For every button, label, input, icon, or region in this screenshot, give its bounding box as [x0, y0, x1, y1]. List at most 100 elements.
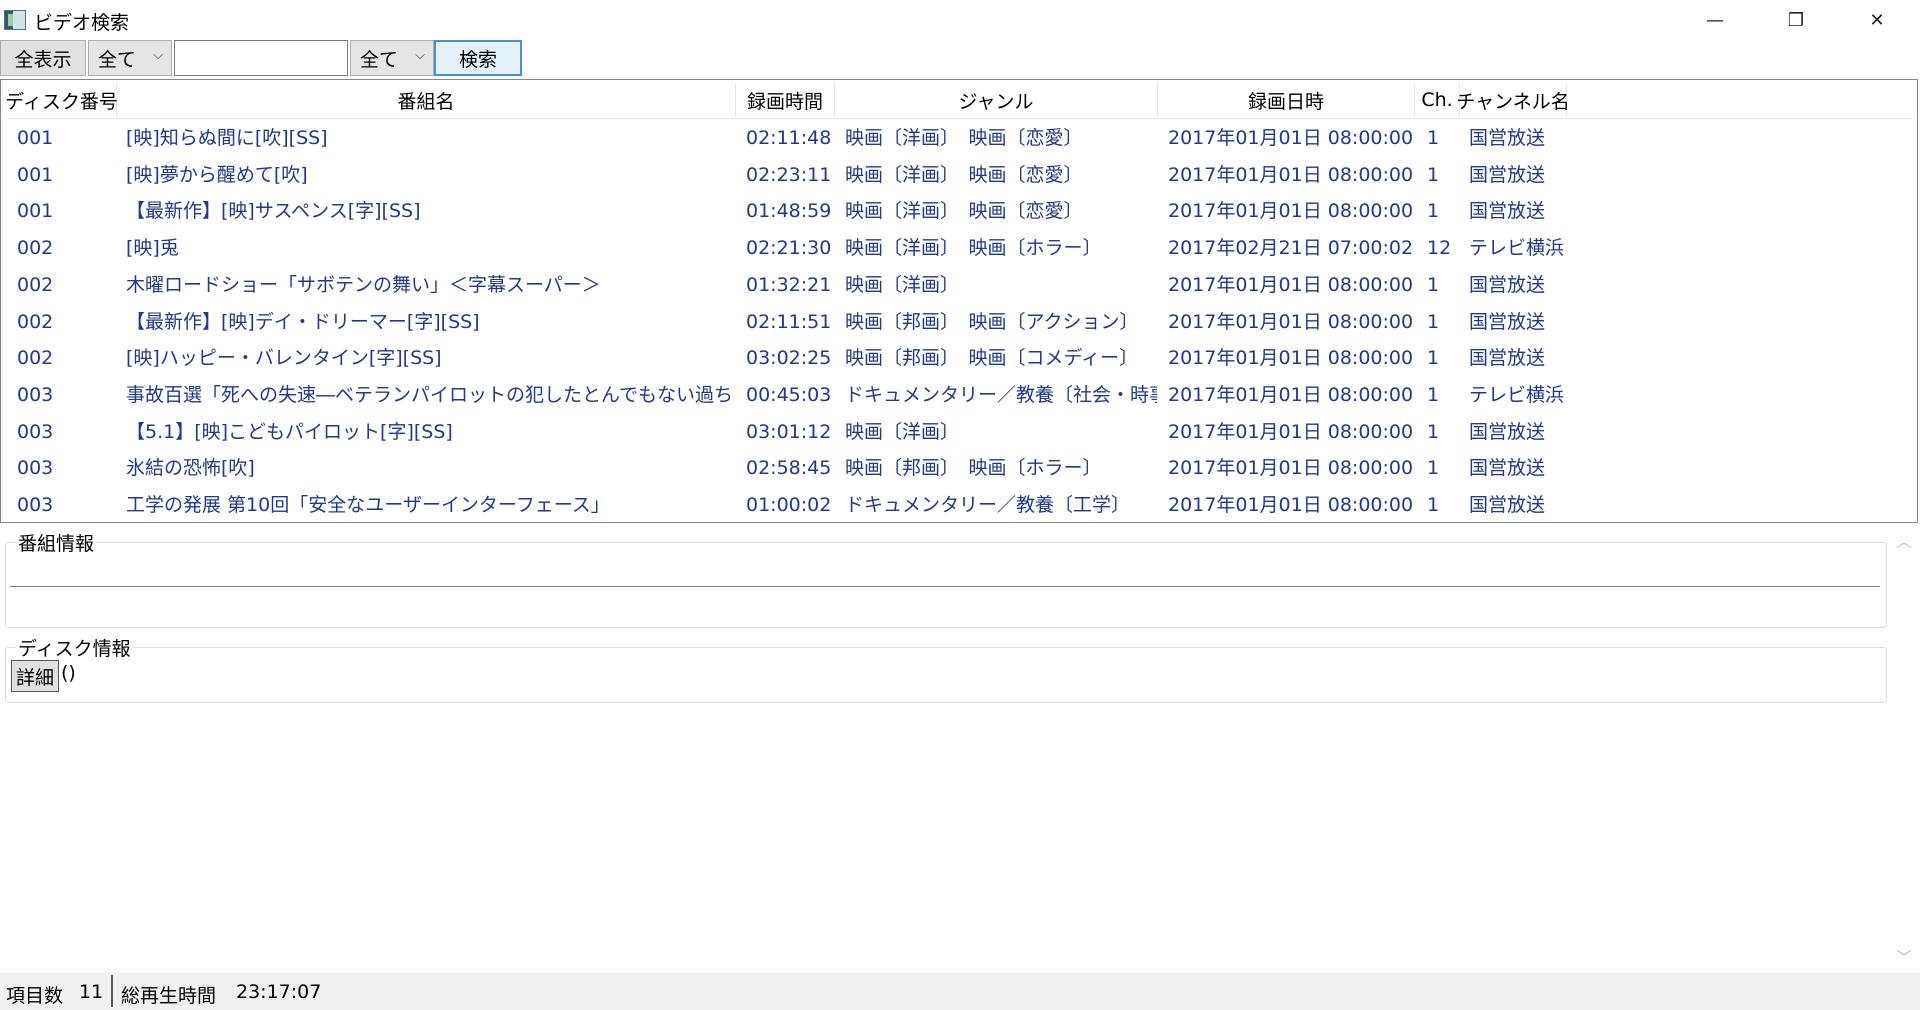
status-bar: 項目数 11 総再生時間 23:17:07 — [0, 973, 1920, 1010]
cell-channel: 国営放送 — [1469, 163, 1546, 186]
disk-info-group — [5, 647, 1887, 703]
table-row[interactable]: 002 [映]兎 02:21:30 映画〔洋画〕 映画〔ホラー〕 2017年02月21日… — [1, 230, 1917, 266]
maximize-button[interactable]: ❐ — [1756, 0, 1836, 40]
cell-ch: 1 — [1427, 420, 1440, 443]
program-info-divider — [10, 586, 1880, 587]
minimize-button[interactable]: — — [1675, 0, 1755, 40]
cell-ch: 1 — [1427, 163, 1440, 186]
search-button[interactable]: 検索 — [434, 40, 522, 76]
cell-ch: 1 — [1427, 494, 1440, 516]
filter-combo-2[interactable]: 全て ⌵ — [350, 40, 434, 76]
detail-button[interactable]: 詳細 — [11, 660, 59, 692]
cell-genre: 映画〔洋画〕 映画〔恋愛〕 — [845, 127, 1083, 149]
cell-genre: 映画〔邦画〕 映画〔コメディー〕 — [845, 347, 1139, 370]
cell-ch: 1 — [1427, 200, 1440, 223]
cell-duration: 02:11:48 — [746, 127, 832, 149]
column-header-ch[interactable]: Ch. — [1415, 83, 1460, 117]
cell-duration: 02:21:30 — [746, 237, 832, 260]
cell-datetime: 2017年01月01日 08:00:00 — [1168, 420, 1413, 443]
title-bar: ビデオ検索 — ❐ ✕ — [0, 0, 1920, 40]
close-button[interactable]: ✕ — [1837, 0, 1917, 40]
cell-disc: 003 — [17, 457, 54, 480]
cell-duration: 01:32:21 — [746, 273, 832, 296]
cell-channel: 国営放送 — [1469, 347, 1546, 370]
cell-datetime: 2017年01月01日 08:00:00 — [1168, 163, 1413, 186]
status-separator — [111, 975, 113, 1007]
cell-genre: 映画〔洋画〕 映画〔ホラー〕 — [845, 237, 1102, 260]
cell-datetime: 2017年01月01日 08:00:00 — [1168, 127, 1413, 149]
program-list[interactable]: ディスク番号 番組名 録画時間 ジャンル 録画日時 Ch. チャンネル名 001… — [0, 79, 1918, 523]
cell-ch: 1 — [1427, 273, 1440, 296]
cell-disc: 001 — [17, 200, 54, 223]
table-row[interactable]: 001 [映]知らぬ間に[吹][SS] 02:11:48 映画〔洋画〕 映画〔恋愛〕 2… — [1, 120, 1917, 156]
cell-duration: 01:48:59 — [746, 200, 832, 223]
cell-datetime: 2017年02月21日 07:00:02 — [1168, 237, 1413, 260]
table-row[interactable]: 003 事故百選「死への失速―ベテランパイロットの犯したとんでもない過ちとは」 00… — [1, 377, 1917, 413]
cell-title: 氷結の恐怖[吹] — [126, 457, 255, 480]
cell-channel: 国営放送 — [1469, 310, 1546, 333]
cell-channel: テレビ横浜 — [1469, 383, 1565, 406]
cell-channel: 国営放送 — [1469, 420, 1546, 443]
table-row[interactable]: 002 木曜ロードショー「サボテンの舞い」＜字幕スーパー＞ 01:32:21 映画〔洋… — [1, 267, 1917, 303]
cell-ch: 1 — [1427, 457, 1440, 480]
cell-title: 木曜ロードショー「サボテンの舞い」＜字幕スーパー＞ — [126, 273, 601, 296]
cell-datetime: 2017年01月01日 08:00:00 — [1168, 347, 1413, 370]
table-row[interactable]: 001 【最新作】[映]サスペンス[字][SS] 01:48:59 映画〔洋画〕 映画… — [1, 193, 1917, 229]
filter-combo-1[interactable]: 全て ⌵ — [88, 40, 172, 76]
chevron-down-icon: ⌵ — [153, 48, 163, 63]
cell-genre: ドキュメンタリー／教養〔工学〕 — [845, 494, 1131, 516]
cell-genre: 映画〔洋画〕 — [845, 420, 960, 443]
total-time-value: 23:17:07 — [236, 981, 322, 1003]
table-row[interactable]: 001 [映]夢から醒めて[吹] 02:23:11 映画〔洋画〕 映画〔恋愛〕 2017… — [1, 157, 1917, 193]
cell-channel: 国営放送 — [1469, 457, 1546, 480]
chevron-down-icon: ⌵ — [415, 48, 425, 63]
column-header-disc[interactable]: ディスク番号 — [5, 83, 118, 117]
cell-channel: 国営放送 — [1469, 127, 1546, 149]
column-header-title[interactable]: 番組名 — [117, 83, 736, 117]
table-row[interactable]: 003 氷結の恐怖[吹] 02:58:45 映画〔邦画〕 映画〔ホラー〕 2017年01… — [1, 450, 1917, 486]
cell-duration: 00:45:03 — [746, 383, 832, 406]
cell-title: 【最新作】[映]デイ・ドリーマー[字][SS] — [126, 310, 480, 333]
window-title: ビデオ検索 — [34, 12, 130, 34]
program-info-label: 番組情報 — [16, 529, 97, 556]
cell-title: 工学の発展 第10回「安全なユーザーインターフェース」 — [126, 494, 610, 516]
cell-title: [映]兎 — [126, 237, 179, 260]
cell-genre: 映画〔邦画〕 映画〔ホラー〕 — [845, 457, 1102, 480]
cell-disc: 002 — [17, 273, 54, 296]
cell-datetime: 2017年01月01日 08:00:00 — [1168, 310, 1413, 333]
cell-channel: 国営放送 — [1469, 200, 1546, 223]
table-row[interactable]: 003 工学の発展 第10回「安全なユーザーインターフェース」 01:00:02 ドキ… — [1, 487, 1917, 522]
column-header-genre[interactable]: ジャンル — [835, 83, 1158, 117]
cell-disc: 002 — [17, 310, 54, 333]
cell-title: [映]夢から醒めて[吹] — [126, 163, 308, 186]
cell-duration: 03:02:25 — [746, 347, 832, 370]
cell-channel: 国営放送 — [1469, 494, 1546, 516]
total-time-label: 総再生時間 — [121, 985, 217, 1007]
cell-disc: 001 — [17, 127, 54, 149]
cell-disc: 001 — [17, 163, 54, 186]
item-count-label: 項目数 — [6, 985, 64, 1007]
scroll-down-icon[interactable]: ﹀ — [1888, 943, 1920, 969]
vertical-scrollbar[interactable]: ︿ ﹀ — [1888, 523, 1920, 973]
cell-disc: 002 — [17, 347, 54, 370]
item-count-value: 11 — [79, 981, 104, 1003]
disk-info-text: () — [61, 662, 76, 684]
cell-disc: 002 — [17, 237, 54, 260]
toolbar: 全表示 全て ⌵ 全て ⌵ 検索 — [0, 40, 1920, 78]
table-row[interactable]: 002 [映]ハッピー・バレンタイン[字][SS] 03:02:25 映画〔邦画〕 映… — [1, 340, 1917, 376]
cell-title: 事故百選「死への失速―ベテランパイロットの犯したとんでもない過ちとは」 — [126, 383, 736, 406]
show-all-button[interactable]: 全表示 — [0, 40, 86, 76]
scroll-up-icon[interactable]: ︿ — [1888, 527, 1920, 553]
table-row[interactable]: 003 【5.1】[映]こどもパイロット[字][SS] 03:01:12 映画〔洋画〕… — [1, 414, 1917, 450]
cell-title: 【最新作】[映]サスペンス[字][SS] — [126, 200, 421, 223]
cell-datetime: 2017年01月01日 08:00:00 — [1168, 273, 1413, 296]
cell-duration: 02:23:11 — [746, 163, 832, 186]
column-header-channel[interactable]: チャンネル名 — [1456, 83, 1570, 117]
cell-ch: 1 — [1427, 310, 1440, 333]
cell-genre: 映画〔洋画〕 — [845, 273, 960, 296]
search-input[interactable] — [174, 40, 348, 76]
column-header-duration[interactable]: 録画時間 — [736, 83, 835, 117]
cell-title: 【5.1】[映]こどもパイロット[字][SS] — [126, 420, 453, 443]
column-header-datetime[interactable]: 録画日時 — [1158, 83, 1415, 117]
table-row[interactable]: 002 【最新作】[映]デイ・ドリーマー[字][SS] 02:11:51 映画〔邦画〕… — [1, 304, 1917, 340]
